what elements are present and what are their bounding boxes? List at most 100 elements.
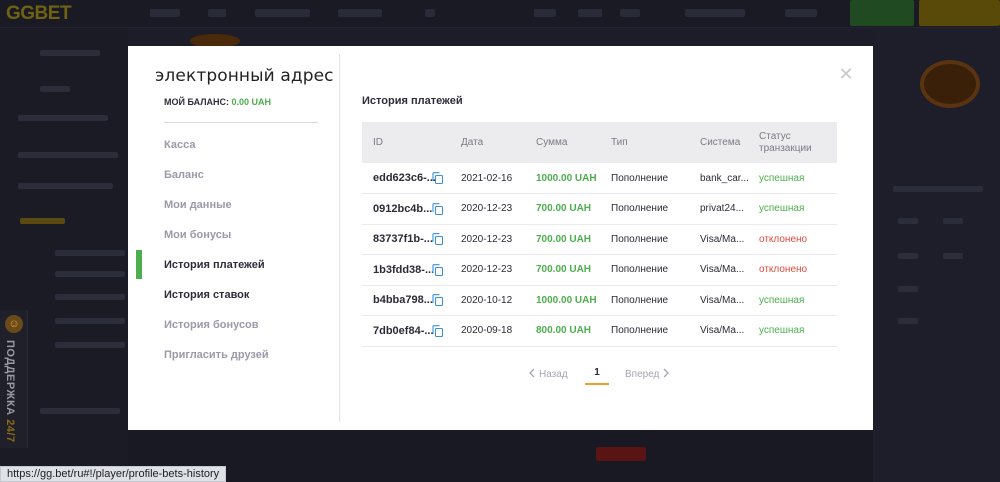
cell-date: 2020-12-23 (461, 203, 513, 214)
pagination-prev[interactable]: Назад (528, 368, 568, 380)
active-menu-marker (136, 250, 142, 279)
header-nav-placeholder (425, 9, 435, 17)
right-panel-placeholder (898, 286, 918, 292)
menu-item-invite-friends[interactable]: Пригласить друзей (164, 349, 269, 361)
site-bottom-area (128, 430, 873, 482)
pagination-page-current[interactable]: 1 (585, 363, 609, 385)
header-nav-placeholder (208, 9, 226, 17)
page-title: История платежей (362, 95, 463, 107)
copy-icon[interactable] (432, 324, 443, 337)
balance-caption: МОЙ БАЛАНС: (164, 97, 230, 107)
cell-amount: 800.00 UAH (536, 325, 592, 336)
column-header-date: Дата (461, 136, 484, 148)
support-tab[interactable]: ☺ ПОДДЕРЖКА 24/7 (0, 310, 28, 448)
cell-amount: 700.00 UAH (536, 233, 592, 245)
cell-system: privat24... (700, 203, 744, 214)
balance-label: МОЙ БАЛАНС: 0.00 UAH (164, 97, 271, 107)
column-header-system: Система (700, 136, 741, 148)
cell-amount: 700.00 UAH (536, 203, 592, 214)
menu-item-cashier[interactable]: Касса (164, 139, 195, 151)
cell-status: успешная (759, 203, 805, 214)
cell-status: успешная (759, 294, 805, 306)
cell-system: bank_car... (700, 172, 749, 184)
cell-system: Visa/Ma... (700, 325, 745, 336)
table-row: edd623c6-... 2021-02-16 1000.00 UAH Пополне… (362, 163, 837, 194)
support-icon: ☺ (5, 315, 23, 333)
cell-status: отклонено (759, 233, 808, 245)
table-row: 0912bc4b... 2020-12-23 700.00 UAH Пополнени… (362, 194, 837, 225)
menu-divider (339, 54, 340, 422)
column-header-amount: Сумма (536, 136, 568, 148)
header-login-button (919, 0, 1000, 26)
cell-date: 2020-10-12 (461, 294, 513, 306)
copy-icon[interactable] (432, 202, 443, 215)
copy-icon[interactable] (432, 294, 443, 306)
live-badge (596, 447, 646, 461)
sidebar-placeholder (20, 218, 65, 224)
right-panel-placeholder (943, 218, 963, 224)
sidebar-placeholder (55, 342, 125, 348)
cell-system: Visa/Ma... (700, 233, 745, 245)
header-nav-placeholder (620, 9, 640, 17)
menu-item-bonus-history[interactable]: История бонусов (164, 319, 259, 331)
sidebar-placeholder (40, 408, 120, 414)
cell-type: Пополнение (611, 203, 669, 214)
right-panel-placeholder (898, 218, 918, 224)
sidebar-placeholder (18, 115, 108, 121)
site-header: GGBET (0, 0, 1000, 28)
cell-status: успешная (759, 325, 805, 336)
balance-value: 0.00 UAH (231, 97, 272, 107)
sidebar-placeholder (55, 271, 125, 277)
table-header: ID Дата Сумма Тип Система Статус транзак… (362, 122, 837, 163)
site-logo: GGBET (6, 3, 72, 24)
header-nav-placeholder (534, 9, 556, 17)
table-row: b4bba798... 2020-10-12 1000.00 UAH Пополнен… (362, 285, 837, 316)
copy-icon[interactable] (432, 233, 443, 245)
header-nav-placeholder (785, 9, 817, 17)
pagination: Назад 1 Вперед (362, 363, 837, 389)
sidebar-placeholder (55, 318, 125, 324)
menu-item-my-data[interactable]: Мои данные (164, 199, 232, 211)
cell-date: 2021-02-16 (461, 172, 513, 184)
cell-date: 2020-09-18 (461, 325, 513, 336)
cell-type: Пополнение (611, 233, 669, 245)
column-header-status: Статус транзакции (759, 130, 812, 154)
cell-id: b4bba798... (373, 294, 433, 306)
right-panel-placeholder (893, 186, 983, 192)
cell-date: 2020-12-23 (461, 264, 513, 275)
header-register-button (850, 0, 914, 26)
header-nav-placeholder (255, 9, 310, 17)
pagination-next-label: Вперед (625, 369, 660, 380)
pagination-next[interactable]: Вперед (625, 368, 670, 380)
cell-id: 1b3fdd38-... (373, 263, 435, 276)
right-panel-placeholder (943, 253, 963, 259)
cell-status: успешная (759, 172, 805, 184)
cell-amount: 1000.00 UAH (536, 172, 597, 184)
cell-system: Visa/Ma... (700, 264, 745, 275)
menu-item-my-bonuses[interactable]: Мои бонусы (164, 229, 231, 241)
column-header-type: Тип (611, 136, 628, 148)
sidebar-placeholder (18, 183, 113, 189)
table-row: 83737f1b-... 2020-12-23 700.00 UAH Пополнен… (362, 224, 837, 255)
support-label: ПОДДЕРЖКА 24/7 (4, 340, 16, 443)
header-nav-placeholder (578, 9, 602, 17)
pagination-prev-label: Назад (539, 369, 568, 380)
sidebar-placeholder (40, 86, 70, 92)
menu-separator (164, 122, 318, 123)
sidebar-placeholder (55, 294, 125, 300)
copy-icon[interactable] (432, 263, 443, 276)
copy-icon[interactable] (432, 172, 443, 184)
chevron-right-icon (663, 368, 670, 378)
sidebar-placeholder (55, 250, 125, 256)
browser-status-url: https://gg.bet/ru#!/player/profile-bets-… (0, 466, 227, 482)
close-icon[interactable]: ✕ (838, 65, 854, 83)
menu-item-balance[interactable]: Баланс (164, 169, 204, 181)
menu-item-bet-history[interactable]: История ставок (164, 289, 249, 301)
menu-item-payment-history[interactable]: История платежей (164, 259, 265, 271)
cell-id: 7db0ef84-... (373, 324, 434, 337)
cell-amount: 700.00 UAH (536, 264, 592, 275)
right-panel-placeholder (898, 253, 918, 259)
cell-status: отклонено (759, 264, 808, 275)
cell-date: 2020-12-23 (461, 233, 513, 245)
user-email: электронный адрес (155, 66, 334, 86)
